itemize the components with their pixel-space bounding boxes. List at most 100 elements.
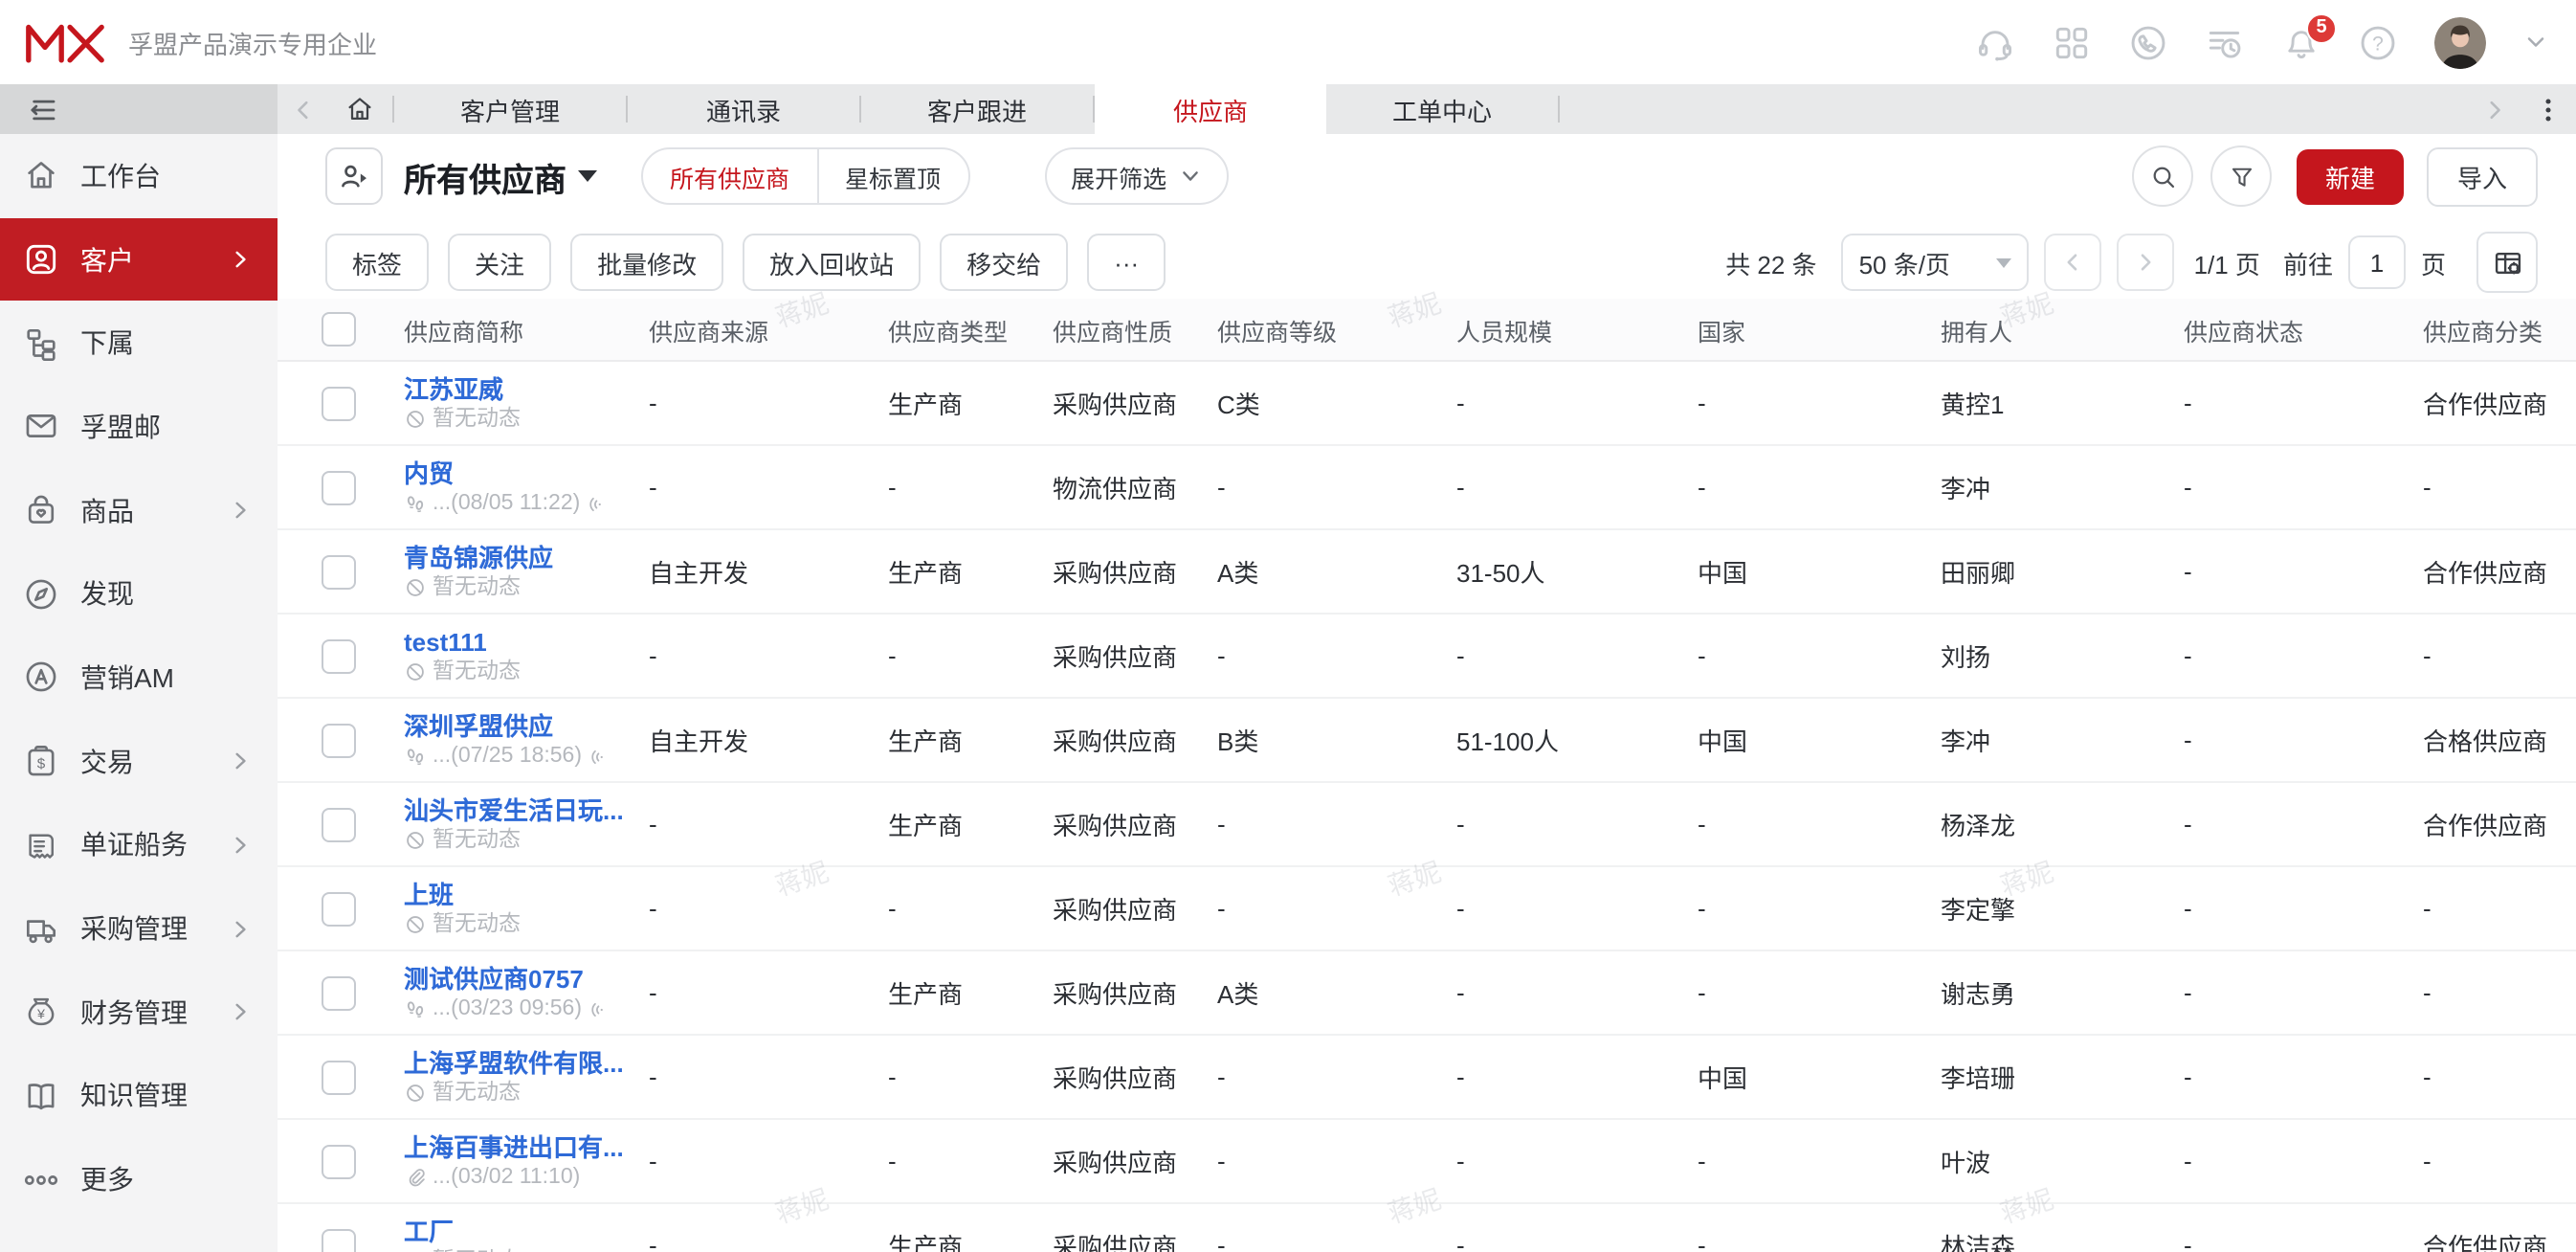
table-row[interactable]: 青岛锦源供应 暂无动态 自主开发 生产商 采购供应商 A类 31-50人 中国 … xyxy=(278,530,2576,615)
search-icon[interactable] xyxy=(2132,145,2193,207)
topbar: 孚盟产品演示专用企业 5 ? xyxy=(0,0,2576,84)
supplier-name-link[interactable]: 上班 xyxy=(404,880,637,908)
supplier-name-link[interactable]: 深圳孚盟供应 xyxy=(404,711,637,740)
row-checkbox[interactable] xyxy=(322,554,356,589)
column-header-nature[interactable]: 供应商性质 xyxy=(1053,311,1217,347)
row-checkbox[interactable] xyxy=(322,386,356,420)
expand-filter-button[interactable]: 展开筛选 xyxy=(1044,147,1228,205)
sidebar-item[interactable]: 客户 xyxy=(0,217,278,301)
table-row[interactable]: 深圳孚盟供应 ...(07/25 18:56) 自主开发 生产商 采购供应商 B… xyxy=(278,699,2576,783)
table-row[interactable]: 测试供应商0757 ...(03/23 09:56) - 生产商 采购供应商 A… xyxy=(278,951,2576,1036)
tab-item[interactable]: 工单中心 xyxy=(1326,84,1558,134)
supplier-name-link[interactable]: 上海百事进出口有... xyxy=(404,1132,637,1161)
segment-all-suppliers[interactable]: 所有供应商 xyxy=(643,149,816,203)
apps-grid-icon[interactable] xyxy=(2052,22,2092,62)
row-checkbox[interactable] xyxy=(322,891,356,926)
tabs-scroll-left-icon[interactable] xyxy=(278,84,327,134)
sidebar-item[interactable]: 更多 xyxy=(0,1138,278,1221)
sidebar-item[interactable]: $交易 xyxy=(0,720,278,803)
view-switch-icon[interactable] xyxy=(325,147,383,205)
row-checkbox[interactable] xyxy=(322,638,356,673)
sidebar-item[interactable]: 下属 xyxy=(0,302,278,385)
row-checkbox[interactable] xyxy=(322,1060,356,1094)
column-header-source[interactable]: 供应商来源 xyxy=(649,311,888,347)
sidebar-item[interactable]: ¥财务管理 xyxy=(0,971,278,1054)
sidebar-item[interactable]: 孚盟邮 xyxy=(0,385,278,468)
goto-page-input[interactable] xyxy=(2348,235,2406,289)
supplier-name-link[interactable]: test111 xyxy=(404,627,637,656)
filter-funnel-icon[interactable] xyxy=(2210,145,2272,207)
table-row[interactable]: 汕头市爱生活日玩... 暂无动态 - 生产商 采购供应商 - - - 杨泽龙 -… xyxy=(278,783,2576,867)
home-tab[interactable] xyxy=(327,84,392,134)
table-row[interactable]: 上海孚盟软件有限... 暂无动态 - - 采购供应商 - - 中国 李培珊 - … xyxy=(278,1036,2576,1120)
table-row[interactable]: 上海百事进出口有... ...(03/02 11:10) - - 采购供应商 -… xyxy=(278,1120,2576,1204)
tabs-scroll-right-icon[interactable] xyxy=(2469,84,2519,134)
knowledge-icon xyxy=(23,1078,59,1114)
prev-page-button[interactable] xyxy=(2045,234,2102,291)
sidebar-item[interactable]: 工作台 xyxy=(0,134,278,217)
row-checkbox[interactable] xyxy=(322,470,356,504)
svg-text:?: ? xyxy=(2372,33,2384,55)
row-checkbox[interactable] xyxy=(322,807,356,841)
table-row[interactable]: 江苏亚威 暂无动态 - 生产商 采购供应商 C类 - - 黄控1 - 合作供应商… xyxy=(278,362,2576,446)
view-title[interactable]: 所有供应商 xyxy=(404,152,597,200)
action-button[interactable]: 放入回收站 xyxy=(743,234,921,291)
column-settings-icon[interactable] xyxy=(2476,232,2538,293)
action-button[interactable]: 关注 xyxy=(448,234,551,291)
sidebar-item[interactable]: 单证船务 xyxy=(0,803,278,886)
table-row[interactable]: 上班 暂无动态 - - 采购供应商 - - - 李定擎 - - 20 xyxy=(278,867,2576,951)
user-avatar[interactable] xyxy=(2434,16,2486,68)
table-row[interactable]: test111 暂无动态 - - 采购供应商 - - - 刘扬 - - 20 xyxy=(278,615,2576,699)
notifications-icon[interactable]: 5 xyxy=(2281,22,2321,62)
supplier-name-link[interactable]: 上海孚盟软件有限... xyxy=(404,1048,637,1077)
cell-category: 合作供应商 xyxy=(2423,553,2576,590)
column-header-category[interactable]: 供应商分类 xyxy=(2423,311,2576,347)
row-checkbox[interactable] xyxy=(322,1144,356,1178)
column-header-owner[interactable]: 拥有人 xyxy=(1941,311,2184,347)
sidebar-item[interactable]: 商品 xyxy=(0,469,278,552)
supplier-name-link[interactable]: 内贸 xyxy=(404,458,637,487)
row-checkbox[interactable] xyxy=(322,975,356,1010)
select-all-checkbox[interactable] xyxy=(322,312,356,347)
tabs-more-icon[interactable] xyxy=(2519,84,2576,134)
column-header-status[interactable]: 供应商状态 xyxy=(2184,311,2423,347)
call-icon[interactable] xyxy=(2128,22,2168,62)
tab-item[interactable]: 通讯录 xyxy=(628,84,859,134)
segment-starred[interactable]: 星标置顶 xyxy=(818,149,967,203)
cell-country: - xyxy=(1698,894,1941,923)
column-header-scale[interactable]: 人员规模 xyxy=(1456,311,1698,347)
help-icon[interactable]: ? xyxy=(2358,22,2398,62)
import-button[interactable]: 导入 xyxy=(2427,146,2538,206)
row-checkbox[interactable] xyxy=(322,1228,356,1252)
column-header-type[interactable]: 供应商类型 xyxy=(888,311,1053,347)
sidebar-item[interactable]: 营销AM xyxy=(0,636,278,719)
user-menu-caret-icon[interactable] xyxy=(2522,29,2549,56)
table-row[interactable]: 工厂 暂无动态 - 生产商 采购供应商 - - - 林洁森 - 合作供应商 20 xyxy=(278,1204,2576,1252)
sidebar-item[interactable]: 知识管理 xyxy=(0,1054,278,1137)
supplier-name-link[interactable]: 汕头市爱生活日玩... xyxy=(404,795,637,824)
supplier-name-link[interactable]: 工厂 xyxy=(404,1217,637,1245)
sidebar-item[interactable]: 采购管理 xyxy=(0,886,278,970)
row-checkbox[interactable] xyxy=(322,723,356,757)
page-size-select[interactable]: 50 条/页 xyxy=(1842,234,2030,291)
column-header-name[interactable]: 供应商简称 xyxy=(404,311,649,347)
sidebar-item[interactable]: 发现 xyxy=(0,552,278,636)
tab-item[interactable]: 供应商 xyxy=(1095,84,1326,134)
support-headset-icon[interactable] xyxy=(1975,22,2015,62)
table-row[interactable]: 内贸 ...(08/05 11:22) - - 物流供应商 - - - 李冲 -… xyxy=(278,446,2576,530)
action-button[interactable]: ··· xyxy=(1087,234,1166,291)
history-icon[interactable] xyxy=(2205,22,2245,62)
column-header-country[interactable]: 国家 xyxy=(1698,311,1941,347)
new-button[interactable]: 新建 xyxy=(2297,148,2404,204)
supplier-name-link[interactable]: 青岛锦源供应 xyxy=(404,543,637,571)
collapse-sidebar-icon[interactable] xyxy=(27,93,59,125)
column-header-grade[interactable]: 供应商等级 xyxy=(1217,311,1456,347)
action-button[interactable]: 移交给 xyxy=(940,234,1068,291)
tab-item[interactable]: 客户跟进 xyxy=(861,84,1093,134)
supplier-name-link[interactable]: 江苏亚威 xyxy=(404,374,637,403)
action-button[interactable]: 标签 xyxy=(325,234,429,291)
next-page-button[interactable] xyxy=(2118,234,2175,291)
action-button[interactable]: 批量修改 xyxy=(570,234,723,291)
supplier-name-link[interactable]: 测试供应商0757 xyxy=(404,964,637,993)
tab-item[interactable]: 客户管理 xyxy=(394,84,626,134)
